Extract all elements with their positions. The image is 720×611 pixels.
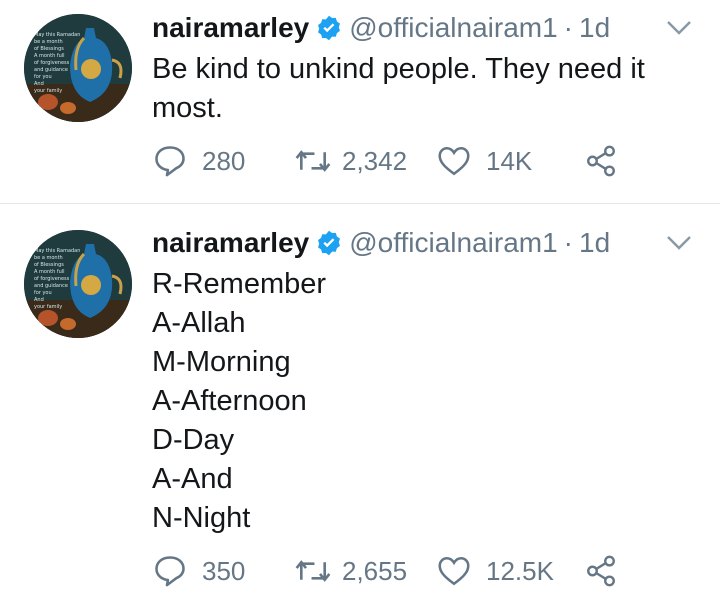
retweet-button[interactable]: 2,342 — [294, 143, 436, 179]
timestamp[interactable]: 1d — [579, 227, 610, 259]
action-bar: 350 2,655 12.5K — [152, 553, 720, 589]
verified-badge-icon — [318, 15, 341, 41]
like-count: 14K — [486, 145, 533, 176]
svg-text:of Blessings: of Blessings — [34, 46, 64, 52]
svg-text:A month full: A month full — [34, 269, 65, 275]
author-handle[interactable]: @officialnairam1 — [349, 12, 557, 44]
svg-text:your family: your family — [34, 88, 62, 94]
retweet-icon — [295, 150, 331, 172]
like-button[interactable]: 14K — [436, 143, 584, 179]
tweet[interactable]: May this Ramadan be a month of Blessings… — [0, 0, 720, 203]
reply-icon — [155, 146, 185, 177]
svg-text:your family: your family — [34, 304, 62, 310]
like-count: 12.5K — [486, 555, 554, 586]
tweet-text: Be kind to unkind people. They need it m… — [152, 53, 645, 124]
chevron-down-icon[interactable] — [666, 234, 692, 252]
retweet-count: 2,342 — [342, 145, 408, 176]
svg-text:of forgiveness: of forgiveness — [34, 60, 70, 66]
svg-text:and guidance: and guidance — [34, 283, 68, 289]
chevron-down-icon[interactable] — [666, 19, 692, 37]
author-name[interactable]: nairamarley — [152, 12, 309, 44]
author-handle[interactable]: @officialnairam1 — [349, 227, 557, 259]
avatar[interactable]: May this Ramadan be a month of Blessings… — [24, 230, 132, 338]
share-button[interactable] — [584, 144, 618, 178]
share-icon — [587, 145, 615, 177]
svg-text:And: And — [34, 297, 44, 303]
tweet-text: R-Remember A-Allah M-Morning A-Afternoon… — [152, 268, 327, 534]
retweet-icon — [295, 560, 331, 582]
svg-text:for you: for you — [34, 74, 52, 80]
svg-text:A month full: A month full — [34, 53, 65, 59]
heart-icon — [438, 146, 470, 176]
action-bar: 280 2,342 14K — [152, 143, 720, 179]
svg-text:And: And — [34, 81, 44, 87]
separator-dot: · — [563, 12, 573, 43]
avatar[interactable]: May this Ramadan be a month of Blessings… — [24, 14, 132, 122]
reply-count: 350 — [202, 555, 246, 586]
author-name[interactable]: nairamarley — [152, 227, 309, 259]
share-button[interactable] — [584, 554, 618, 588]
svg-text:be a month: be a month — [34, 255, 63, 261]
svg-text:May this Ramadan: May this Ramadan — [34, 32, 80, 38]
separator-dot: · — [563, 227, 573, 258]
svg-text:be a month: be a month — [34, 39, 63, 45]
share-icon — [587, 555, 615, 587]
svg-text:and guidance: and guidance — [34, 67, 68, 73]
heart-icon — [438, 556, 470, 586]
timestamp[interactable]: 1d — [579, 12, 610, 44]
verified-badge-icon — [318, 230, 341, 256]
reply-button[interactable]: 280 — [152, 143, 294, 179]
reply-count: 280 — [202, 145, 246, 176]
svg-text:of Blessings: of Blessings — [34, 262, 64, 268]
svg-text:May this Ramadan: May this Ramadan — [34, 248, 80, 254]
svg-text:for you: for you — [34, 290, 52, 296]
retweet-count: 2,655 — [342, 555, 408, 586]
like-button[interactable]: 12.5K — [436, 553, 584, 589]
retweet-button[interactable]: 2,655 — [294, 553, 436, 589]
tweet[interactable]: May this Ramadan be a month of Blessings… — [0, 204, 720, 611]
svg-text:of forgiveness: of forgiveness — [34, 276, 70, 282]
reply-button[interactable]: 350 — [152, 553, 294, 589]
reply-icon — [155, 556, 185, 587]
